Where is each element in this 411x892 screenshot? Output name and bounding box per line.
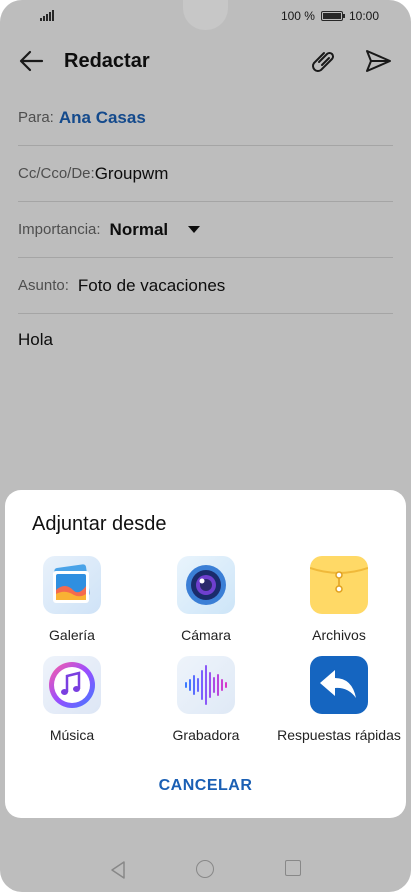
- sheet-title: Adjuntar desde: [32, 513, 167, 535]
- attach-sheet: Adjuntar desde Galería Cámara Archivos M…: [5, 490, 406, 818]
- nav-recents-icon[interactable]: [285, 860, 301, 876]
- nav-home-icon[interactable]: [196, 860, 214, 878]
- recorder-icon: [177, 656, 235, 714]
- gallery-icon: [43, 556, 101, 614]
- option-label: Música: [49, 727, 95, 743]
- phone-screen: 100 % 10:00 Redactar Para: Ana Casas Cc/…: [0, 0, 411, 892]
- camera-icon: [177, 556, 235, 614]
- option-label: Respuestas rápidas: [277, 727, 401, 743]
- option-label: Galería: [49, 627, 95, 643]
- cancel-button[interactable]: CANCELAR: [5, 777, 406, 795]
- system-nav-bar: [0, 850, 411, 890]
- option-label: Cámara: [181, 627, 231, 643]
- option-music[interactable]: Música: [5, 656, 139, 743]
- option-files[interactable]: Archivos: [272, 556, 406, 643]
- option-quick-reply[interactable]: Respuestas rápidas: [272, 656, 406, 743]
- files-icon: [309, 556, 369, 614]
- nav-back-icon[interactable]: [109, 860, 127, 880]
- music-icon: [43, 656, 101, 714]
- option-label: Archivos: [312, 627, 366, 643]
- option-gallery[interactable]: Galería: [5, 556, 139, 643]
- option-label: Grabadora: [172, 727, 240, 743]
- option-camera[interactable]: Cámara: [139, 556, 273, 643]
- quick-reply-icon: [310, 656, 368, 714]
- option-recorder[interactable]: Grabadora: [139, 656, 273, 743]
